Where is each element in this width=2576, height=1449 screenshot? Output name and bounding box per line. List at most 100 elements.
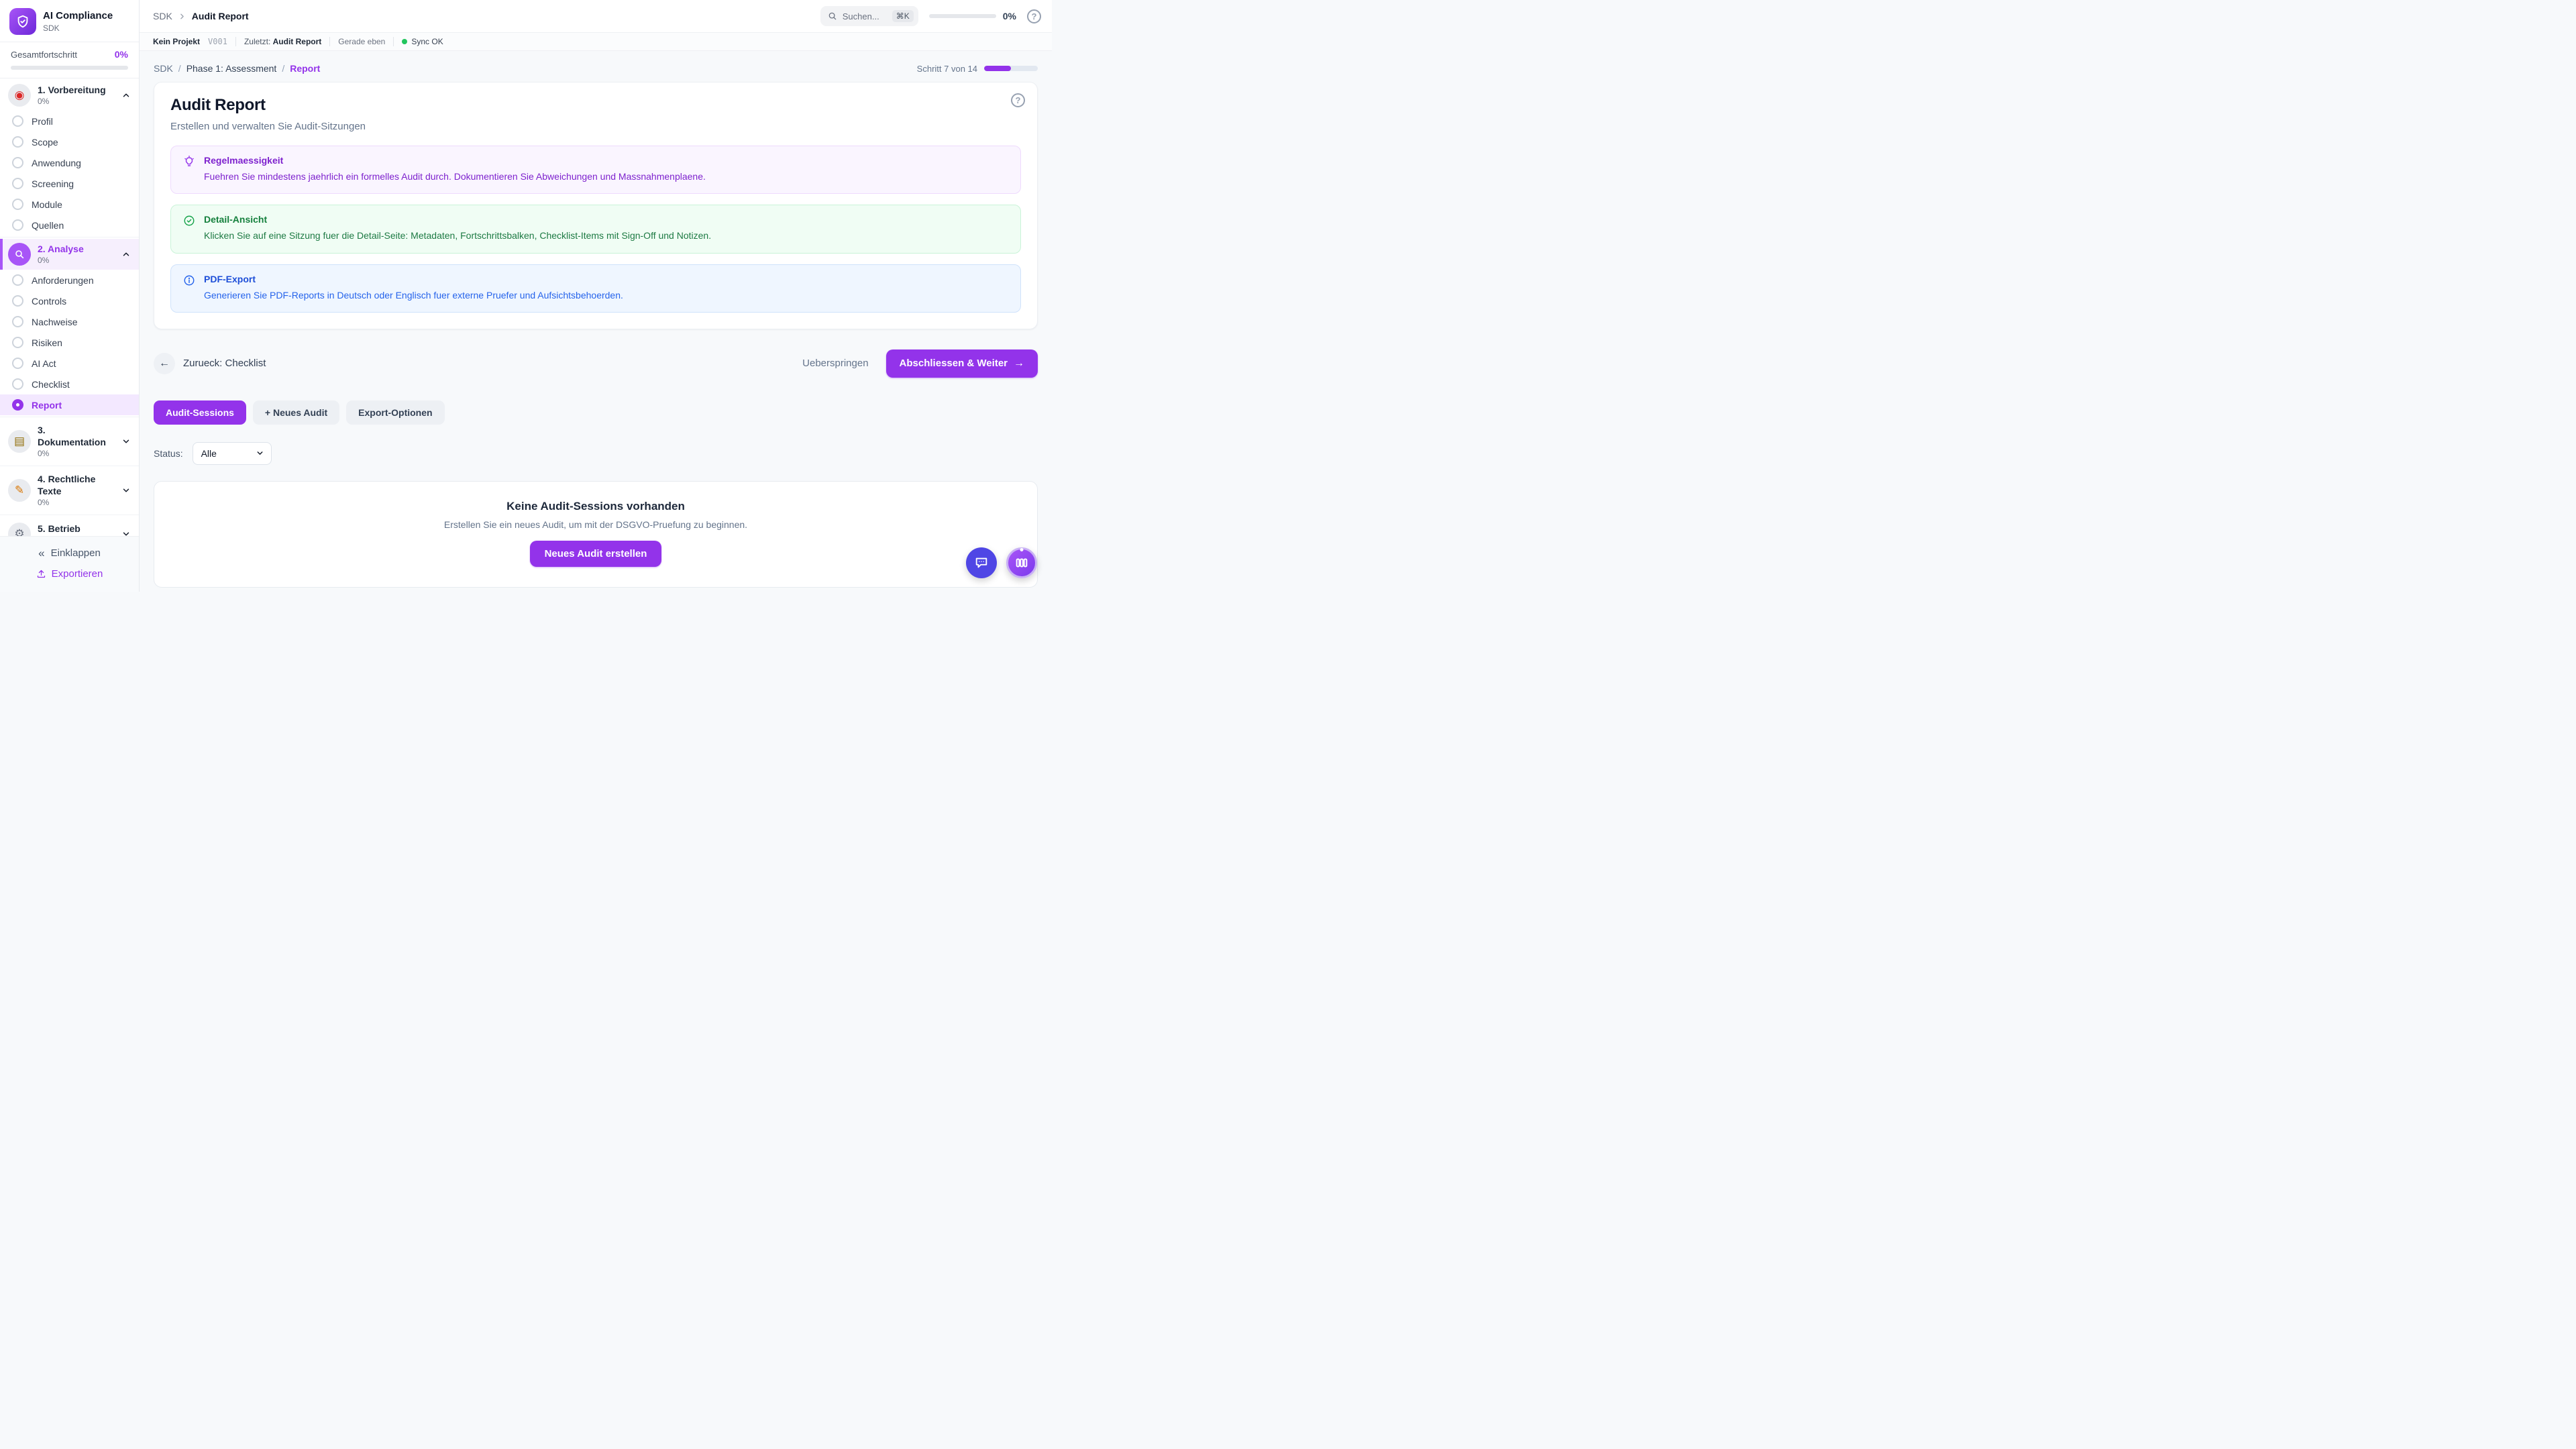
divider <box>393 37 394 46</box>
sync-status: Sync OK <box>402 37 443 46</box>
sidebar-item-screening[interactable]: Screening <box>0 173 139 194</box>
info-box-detail-ansicht: Detail-Ansicht Klicken Sie auf eine Sitz… <box>170 205 1021 253</box>
search-input[interactable] <box>843 11 887 21</box>
breadcrumb-root[interactable]: SDK <box>153 11 172 21</box>
page-breadcrumb-phase[interactable]: Phase 1: Assessment <box>186 63 277 74</box>
create-new-audit-button[interactable]: Neues Audit erstellen <box>530 541 662 567</box>
sidebar-section-betrieb[interactable]: ⚙ 5. Betrieb 0% <box>0 519 139 536</box>
help-icon[interactable]: ? <box>1027 9 1041 23</box>
sidebar-footer: « Einklappen Exportieren <box>0 536 139 592</box>
sidebar-section-dokumentation[interactable]: ▤ 3. Dokumentation 0% <box>0 421 139 462</box>
back-label: Zurueck: Checklist <box>183 358 266 369</box>
section-title: 3. Dokumentation <box>38 425 115 448</box>
sidebar-item-nachweise[interactable]: Nachweise <box>0 311 139 332</box>
sidebar-item-ai-act[interactable]: AI Act <box>0 353 139 374</box>
info-text: Generieren Sie PDF-Reports in Deutsch od… <box>204 288 623 302</box>
breadcrumb-separator: / <box>178 63 181 74</box>
sidebar-item-anwendung[interactable]: Anwendung <box>0 152 139 173</box>
chevron-up-icon <box>121 250 131 259</box>
magnifier-icon <box>8 243 31 266</box>
section-percent: 0% <box>38 97 115 106</box>
divider <box>235 37 236 46</box>
search-icon <box>828 11 837 21</box>
page-breadcrumb-root[interactable]: SDK <box>154 63 173 74</box>
sidebar-item-report[interactable]: Report <box>0 394 139 415</box>
board-fab-button[interactable] <box>1006 547 1037 578</box>
project-name: Kein Projekt <box>153 37 200 46</box>
sidebar-item-label: Nachweise <box>32 317 77 327</box>
info-circle-icon <box>183 274 195 302</box>
page-title: Audit Report <box>170 96 1021 115</box>
overall-progress-label: Gesamtfortschritt <box>11 50 77 60</box>
check-circle-icon <box>183 215 195 242</box>
upload-icon <box>36 569 46 579</box>
last-value: Audit Report <box>273 37 322 46</box>
sidebar-item-label: Controls <box>32 296 66 307</box>
app-subtitle: SDK <box>43 23 113 33</box>
empty-state-text: Erstellen Sie ein neues Audit, um mit de… <box>444 519 747 530</box>
clipboard-icon: ▤ <box>8 430 31 453</box>
radio-icon <box>12 337 23 348</box>
last-label: Zuletzt: <box>244 37 270 46</box>
info-box-regelmaessigkeit: Regelmaessigkeit Fuehren Sie mindestens … <box>170 146 1021 194</box>
arrow-left-icon: ← <box>154 353 175 374</box>
step-label: Schritt 7 von 14 <box>917 64 977 74</box>
tab-neues-audit[interactable]: + Neues Audit <box>253 400 339 425</box>
section-title: 2. Analyse <box>38 244 115 256</box>
sync-ok-dot-icon <box>402 39 407 44</box>
status-select-value: Alle <box>201 448 217 459</box>
sidebar-item-label: AI Act <box>32 358 56 369</box>
app-header: AI Compliance SDK <box>0 0 139 42</box>
card-help-icon[interactable]: ? <box>1011 93 1025 107</box>
chevron-down-icon <box>121 529 131 536</box>
sidebar-item-risiken[interactable]: Risiken <box>0 332 139 353</box>
app-title: AI Compliance <box>43 10 113 22</box>
collapse-label: Einklappen <box>51 547 101 559</box>
finish-and-next-button[interactable]: Abschliessen & Weiter → <box>886 350 1038 378</box>
version-badge: V001 <box>208 37 227 46</box>
sidebar-item-anforderungen[interactable]: Anforderungen <box>0 270 139 290</box>
page-breadcrumb: SDK / Phase 1: Assessment / Report <box>154 63 320 74</box>
collapse-sidebar-button[interactable]: « Einklappen <box>38 547 101 559</box>
sidebar-item-profil[interactable]: Profil <box>0 111 139 131</box>
sidebar-item-label: Anforderungen <box>32 275 94 286</box>
chat-fab-button[interactable] <box>966 547 997 578</box>
step-progress: Schritt 7 von 14 <box>917 64 1038 74</box>
search-box[interactable]: ⌘K <box>820 6 918 26</box>
chevron-down-icon <box>121 486 131 495</box>
chevron-right-icon <box>178 12 186 21</box>
skip-button[interactable]: Ueberspringen <box>802 358 868 369</box>
status-select[interactable]: Alle <box>193 442 272 465</box>
breadcrumb-separator: / <box>282 63 284 74</box>
header-progress-bar <box>929 14 996 18</box>
tab-export-optionen[interactable]: Export-Optionen <box>346 400 444 425</box>
sidebar-item-controls[interactable]: Controls <box>0 290 139 311</box>
lightbulb-icon <box>183 156 195 183</box>
sidebar-item-scope[interactable]: Scope <box>0 131 139 152</box>
overall-progress-value: 0% <box>115 49 128 60</box>
sidebar-item-checklist[interactable]: Checklist <box>0 374 139 394</box>
sidebar-item-label: Report <box>32 400 62 411</box>
sidebar-section-vorbereitung[interactable]: ◉ 1. Vorbereitung 0% <box>0 80 139 111</box>
breadcrumb-current: Audit Report <box>192 11 249 21</box>
radio-icon <box>12 115 23 127</box>
sidebar-section-analyse[interactable]: 2. Analyse 0% <box>0 239 139 270</box>
radio-icon <box>12 136 23 148</box>
info-title: Detail-Ansicht <box>204 214 711 225</box>
floating-buttons <box>966 547 1037 578</box>
sidebar-item-quellen[interactable]: Quellen <box>0 215 139 235</box>
sidebar-item-module[interactable]: Module <box>0 194 139 215</box>
header-progress-value: 0% <box>1003 11 1016 21</box>
sidebar: AI Compliance SDK Gesamtfortschritt 0% ◉… <box>0 0 140 592</box>
sidebar-section-rechtliche-texte[interactable]: ✎ 4. Rechtliche Texte 0% <box>0 470 139 511</box>
info-title: PDF-Export <box>204 274 623 284</box>
tab-audit-sessions[interactable]: Audit-Sessions <box>154 400 246 425</box>
app-logo-shield-icon <box>9 8 36 35</box>
divider <box>329 37 330 46</box>
radio-icon <box>12 358 23 369</box>
info-text: Klicken Sie auf eine Sitzung fuer die De… <box>204 229 711 242</box>
gear-icon: ⚙ <box>8 523 31 536</box>
info-text: Fuehren Sie mindestens jaehrlich ein for… <box>204 170 706 183</box>
export-button[interactable]: Exportieren <box>36 568 103 580</box>
back-to-checklist-link[interactable]: ← Zurueck: Checklist <box>154 353 266 374</box>
